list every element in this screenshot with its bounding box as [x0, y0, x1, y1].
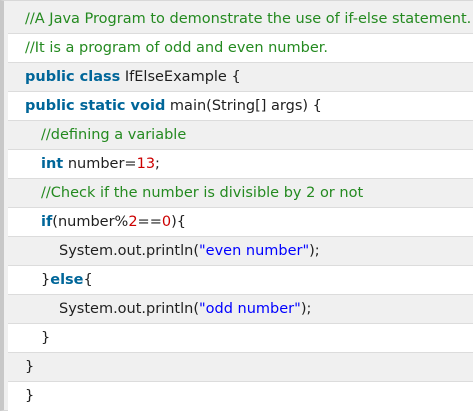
code-token: }: [25, 359, 35, 375]
code-token: //It is a program of odd and even number…: [25, 40, 328, 56]
code-line: int number=13;: [8, 150, 473, 179]
code-token: ;: [155, 156, 160, 172]
code-line: //It is a program of odd and even number…: [8, 34, 473, 63]
code-line: }: [8, 324, 473, 353]
code-token: System.out.println(: [59, 243, 199, 259]
code-token: }: [25, 388, 35, 404]
code-token: {: [83, 272, 93, 288]
code-token: 13: [136, 156, 156, 172]
code-line: System.out.println("odd number");: [8, 295, 473, 324]
code-token: 2: [128, 214, 138, 230]
code-token: else: [50, 272, 84, 288]
code-token: }: [41, 272, 51, 288]
code-token: if: [41, 214, 53, 230]
code-token: //defining a variable: [41, 127, 187, 143]
code-token: number=: [63, 156, 137, 172]
code-token: //Check if the number is divisible by 2 …: [41, 185, 364, 201]
code-line: }else{: [8, 266, 473, 295]
code-token: //A Java Program to demonstrate the use …: [25, 11, 472, 27]
code-token: IfElseExample {: [120, 69, 241, 85]
code-token: (number%: [52, 214, 129, 230]
code-token: public static void: [25, 98, 166, 114]
code-line: //A Java Program to demonstrate the use …: [8, 5, 473, 34]
code-token: ){: [171, 214, 186, 230]
code-block: //A Java Program to demonstrate the use …: [0, 0, 473, 411]
code-token: int: [41, 156, 64, 172]
code-token: "odd number": [198, 301, 301, 317]
code-token: );: [300, 301, 312, 317]
code-token: public class: [25, 69, 121, 85]
code-token: ==: [137, 214, 162, 230]
code-line: //defining a variable: [8, 121, 473, 150]
code-line: if(number%2==0){: [8, 208, 473, 237]
code-token: "even number": [198, 243, 310, 259]
code-token: System.out.println(: [59, 301, 199, 317]
code-line: //Check if the number is divisible by 2 …: [8, 179, 473, 208]
code-line: System.out.println("even number");: [8, 237, 473, 266]
code-line: public class IfElseExample {: [8, 63, 473, 92]
code-line: }: [8, 353, 473, 382]
code-token: }: [41, 330, 51, 346]
code-token: );: [309, 243, 320, 259]
code-token: 0: [161, 214, 172, 230]
code-token: main(String[] args) {: [165, 98, 322, 114]
code-line: }: [8, 382, 473, 411]
code-line: public static void main(String[] args) {: [8, 92, 473, 121]
